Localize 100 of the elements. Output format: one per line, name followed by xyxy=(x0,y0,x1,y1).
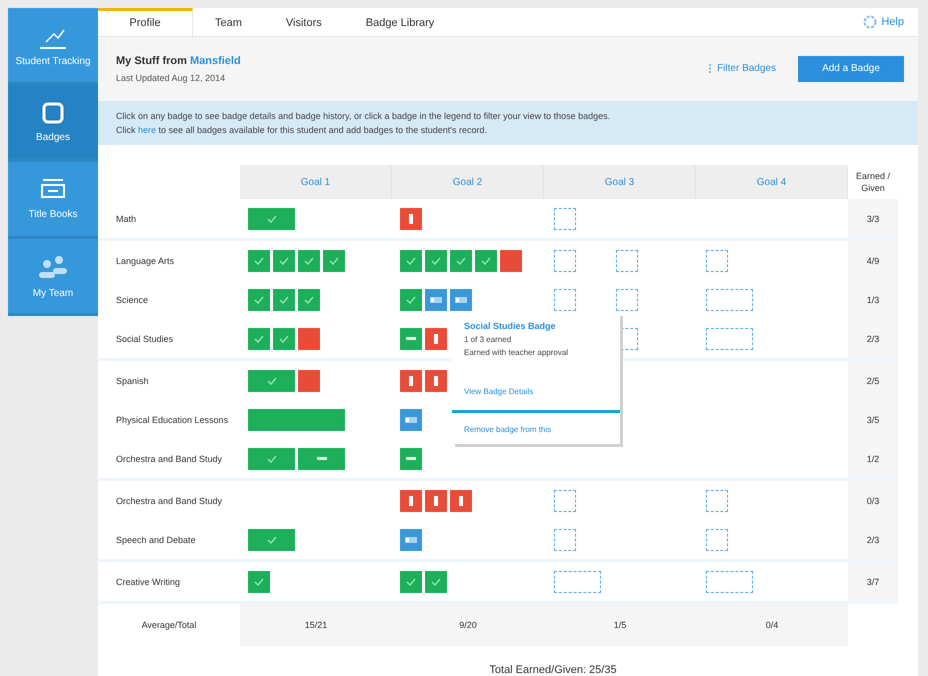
badge[interactable] xyxy=(400,570,422,592)
sidebar-item[interactable]: Badges xyxy=(8,85,98,162)
total-cell: 15/21 xyxy=(240,604,392,646)
badge[interactable] xyxy=(425,328,447,350)
row-label: Orchestra and Band Study xyxy=(115,452,224,466)
badge[interactable] xyxy=(400,328,422,350)
minus-icon xyxy=(316,457,326,460)
badge[interactable] xyxy=(400,288,422,310)
sidebar-item[interactable]: My Team xyxy=(8,239,98,316)
check-icon xyxy=(406,256,416,264)
here-link[interactable]: here xyxy=(138,125,156,135)
row-label: Social Studies xyxy=(115,332,174,346)
sidebar-item[interactable]: Title Books xyxy=(8,162,98,239)
badge-slot[interactable] xyxy=(554,250,576,272)
badge[interactable] xyxy=(298,370,320,392)
badge[interactable] xyxy=(400,528,422,550)
badge[interactable] xyxy=(400,408,422,430)
badge-slot[interactable] xyxy=(706,328,753,350)
badge[interactable] xyxy=(475,250,497,272)
score-cell: 1/3 xyxy=(848,280,898,319)
score-cell: 0/3 xyxy=(848,481,898,520)
badge-slot[interactable] xyxy=(706,250,728,272)
badge-slot[interactable] xyxy=(554,208,576,230)
remove-link[interactable]: Remove badge from this xyxy=(452,425,620,434)
badge[interactable] xyxy=(248,570,270,592)
check-icon xyxy=(279,296,289,304)
badge[interactable] xyxy=(400,448,422,470)
badge[interactable] xyxy=(450,250,472,272)
details-link[interactable]: View Badge Details xyxy=(452,387,620,396)
tab[interactable]: Badge Library xyxy=(344,8,456,36)
badge[interactable] xyxy=(248,408,345,430)
badge-slot[interactable] xyxy=(554,288,576,310)
add-badge-button[interactable]: Add a Badge xyxy=(798,56,904,82)
tab[interactable]: Visitors xyxy=(264,8,344,36)
badge[interactable] xyxy=(248,328,270,350)
column-link[interactable]: Goal 1 xyxy=(300,176,330,188)
sidebar-item[interactable]: Student Tracking xyxy=(8,8,98,85)
filter-link[interactable]: Filter Badges xyxy=(706,62,776,75)
row-label: Spanish xyxy=(115,374,150,388)
page-title: My Stuff from xyxy=(116,54,188,67)
help-link[interactable]: Help xyxy=(863,8,918,36)
total-text: Total Earned/Given: 25/35 xyxy=(488,664,618,676)
badge-slot[interactable] xyxy=(706,288,753,310)
badge[interactable] xyxy=(298,288,320,310)
badge[interactable] xyxy=(400,370,422,392)
badge[interactable] xyxy=(323,250,345,272)
badge[interactable] xyxy=(450,490,472,512)
badge[interactable] xyxy=(425,288,447,310)
row-label: Orchestra and Band Study xyxy=(115,494,224,508)
check-icon xyxy=(266,536,276,544)
badge-slot[interactable] xyxy=(554,528,576,550)
total-cell: 0/4 xyxy=(696,604,848,646)
bar-icon xyxy=(434,496,438,506)
score-cell: 3/7 xyxy=(848,562,898,601)
badge-slot[interactable] xyxy=(616,250,638,272)
badge[interactable] xyxy=(425,250,447,272)
total-cell: 1/5 xyxy=(544,604,696,646)
tab[interactable]: Team xyxy=(193,8,264,36)
badge[interactable] xyxy=(425,570,447,592)
score-cell: 2/3 xyxy=(848,520,898,559)
row-label: Speech and Debate xyxy=(115,534,197,547)
badge[interactable] xyxy=(400,208,422,230)
badge[interactable] xyxy=(400,490,422,512)
column-link[interactable]: Goal 4 xyxy=(756,176,786,188)
badge-slot[interactable] xyxy=(706,528,728,550)
badge[interactable] xyxy=(273,328,295,350)
badge-slot[interactable] xyxy=(706,490,728,512)
column-link[interactable]: Goal 2 xyxy=(452,176,482,188)
badge[interactable] xyxy=(248,448,295,470)
score-cell: 3/3 xyxy=(848,199,898,238)
badge[interactable] xyxy=(248,208,295,230)
badge[interactable] xyxy=(298,328,320,350)
badge[interactable] xyxy=(273,288,295,310)
check-icon xyxy=(279,334,289,342)
badge[interactable] xyxy=(425,490,447,512)
badge-slot[interactable] xyxy=(616,288,638,310)
badge-slot[interactable] xyxy=(706,570,753,592)
row-label: Physical Education Lessons xyxy=(115,414,230,427)
badge[interactable] xyxy=(298,448,345,470)
badge-slot[interactable] xyxy=(554,490,576,512)
lifebuoy-icon xyxy=(863,14,878,29)
dots-icon xyxy=(405,416,417,422)
badge[interactable] xyxy=(248,288,270,310)
badge[interactable] xyxy=(248,250,270,272)
badge-slot[interactable] xyxy=(554,570,601,592)
badge[interactable] xyxy=(248,528,295,550)
check-icon xyxy=(456,256,466,264)
badge[interactable] xyxy=(298,250,320,272)
badge[interactable] xyxy=(248,370,295,392)
badge[interactable] xyxy=(273,250,295,272)
bar-icon xyxy=(409,496,413,506)
school-link[interactable]: Mansfield xyxy=(190,54,241,67)
badge[interactable] xyxy=(500,250,522,272)
badge[interactable] xyxy=(425,370,447,392)
row-label: Language Arts xyxy=(115,254,176,268)
bar-icon xyxy=(459,496,463,506)
badge[interactable] xyxy=(450,288,472,310)
check-icon xyxy=(254,256,264,264)
badge[interactable] xyxy=(400,250,422,272)
column-link[interactable]: Goal 3 xyxy=(604,176,634,188)
